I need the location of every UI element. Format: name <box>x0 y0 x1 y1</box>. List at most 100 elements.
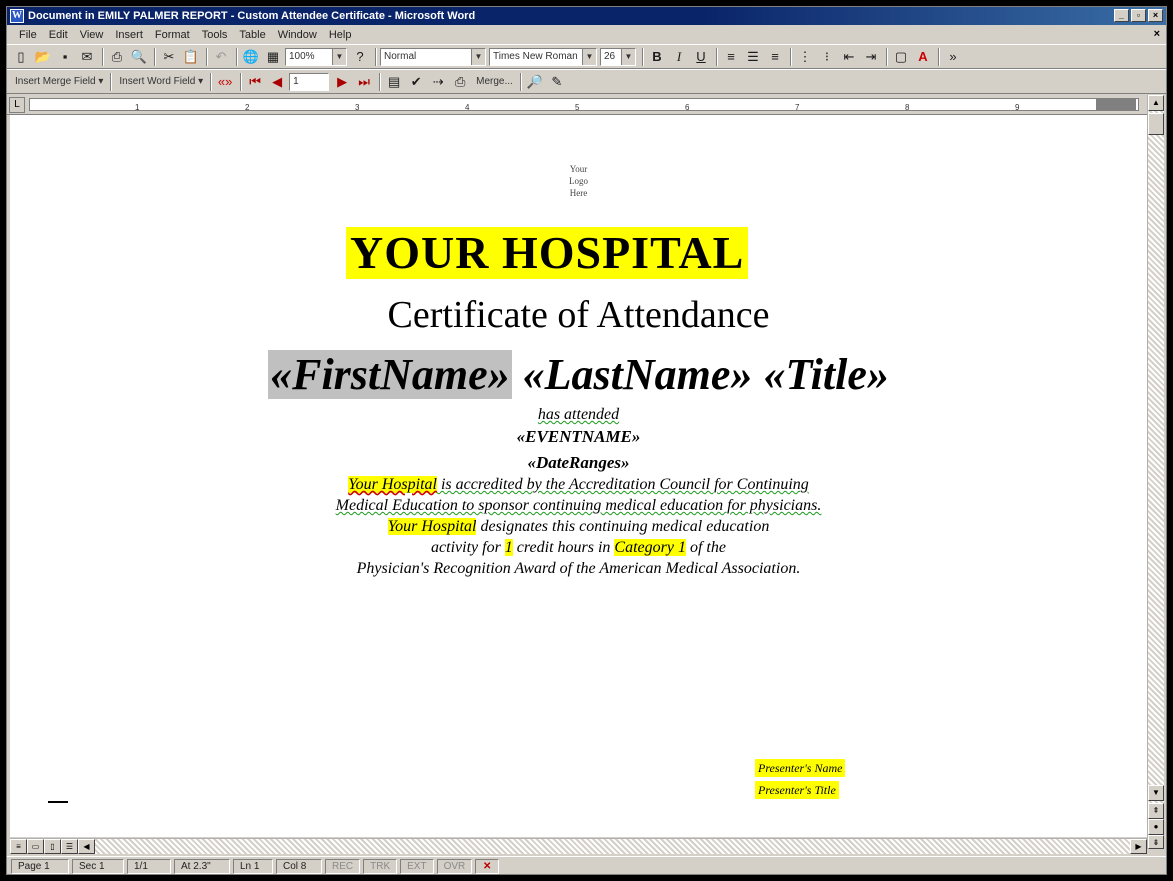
close-button[interactable]: × <box>1148 9 1163 22</box>
menu-format[interactable]: Format <box>149 29 196 41</box>
edit-data-source-icon[interactable]: ✎ <box>547 72 567 92</box>
chevron-down-icon[interactable]: ▼ <box>582 48 596 65</box>
document-close-button[interactable]: × <box>1154 28 1160 40</box>
menu-view[interactable]: View <box>74 29 110 41</box>
italic-icon[interactable]: I <box>669 47 689 67</box>
tab-selector-icon[interactable]: L <box>9 97 25 113</box>
decrease-indent-icon[interactable]: ⇤ <box>839 47 859 67</box>
increase-indent-icon[interactable]: ⇥ <box>861 47 881 67</box>
web-layout-icon[interactable]: ▭ <box>27 839 44 854</box>
menu-table[interactable]: Table <box>233 29 271 41</box>
last-record-icon[interactable]: ⏭ <box>354 72 374 92</box>
status-rec[interactable]: REC <box>325 858 361 874</box>
menu-help[interactable]: Help <box>323 29 358 41</box>
maximize-button[interactable]: ▫ <box>1131 9 1146 22</box>
insert-merge-field-button[interactable]: Insert Merge Field ▾ <box>11 76 107 87</box>
minimize-button[interactable]: _ <box>1114 9 1129 22</box>
outline-view-icon[interactable]: ☰ <box>61 839 78 854</box>
menu-edit[interactable]: Edit <box>43 29 74 41</box>
menu-file[interactable]: File <box>13 29 43 41</box>
right-margin-marker[interactable] <box>1096 98 1136 111</box>
ruler-tick: 6 <box>685 103 690 112</box>
menu-window[interactable]: Window <box>272 29 323 41</box>
scroll-up-icon[interactable]: ▲ <box>1148 95 1164 111</box>
font-size-combo[interactable]: 26 ▼ <box>600 47 636 66</box>
email-icon[interactable]: ✉ <box>77 47 97 67</box>
style-combo[interactable]: Normal ▼ <box>380 47 486 66</box>
status-trk[interactable]: TRK <box>363 858 398 874</box>
menu-tools[interactable]: Tools <box>196 29 234 41</box>
open-folder-icon[interactable]: 📂 <box>33 47 53 67</box>
numbering-icon[interactable]: ⋮ <box>795 47 815 67</box>
record-number-field[interactable]: 1 <box>289 72 330 91</box>
ruler-tick: 7 <box>795 103 800 112</box>
document-page[interactable]: Your Logo Here YOUR HOSPITAL Certificate… <box>10 115 1147 837</box>
has-attended-line: has attended <box>10 405 1147 425</box>
find-record-icon[interactable]: 🔎 <box>525 72 545 92</box>
table-icon[interactable]: ▦ <box>263 47 283 67</box>
chevron-down-icon[interactable]: ▼ <box>471 48 485 65</box>
scroll-down-icon[interactable]: ▼ <box>1148 785 1164 801</box>
print-icon[interactable]: ⎙ <box>107 47 127 67</box>
print-layout-icon[interactable]: ▯ <box>44 839 61 854</box>
hyperlink-icon[interactable]: 🌐 <box>241 47 261 67</box>
spelling-status-icon[interactable]: ✕ <box>475 858 500 874</box>
previous-page-icon[interactable]: ⇞ <box>1148 803 1164 819</box>
mail-merge-helper-icon[interactable]: ▤ <box>384 72 404 92</box>
select-browse-object-icon[interactable]: ● <box>1148 819 1164 835</box>
cut-icon[interactable]: ✂ <box>159 47 179 67</box>
undo-icon[interactable]: ↶ <box>211 47 231 67</box>
scroll-left-icon[interactable]: ◀ <box>78 839 95 854</box>
chevron-down-icon[interactable]: ▼ <box>621 48 635 65</box>
scroll-right-icon[interactable]: ▶ <box>1130 839 1147 854</box>
bullets-icon[interactable]: ⁝ <box>817 47 837 67</box>
merge-button[interactable]: Merge... <box>472 76 517 87</box>
horizontal-scrollbar[interactable]: ≡ ▭ ▯ ☰ ◀ ▶ <box>10 838 1147 854</box>
accreditation-line-5: Physician's Recognition Award of the Ame… <box>10 559 1147 579</box>
toolbar-options-icon[interactable]: » <box>943 47 963 67</box>
merge-field-lastname[interactable]: «LastName» <box>523 350 753 399</box>
borders-icon[interactable]: ▢ <box>891 47 911 67</box>
insert-word-field-button[interactable]: Insert Word Field ▾ <box>115 76 207 87</box>
next-page-icon[interactable]: ⇟ <box>1148 835 1164 849</box>
zoom-combo[interactable]: 100% ▼ <box>285 47 347 66</box>
new-document-icon[interactable]: ▯ <box>11 47 31 67</box>
save-icon[interactable]: ▪ <box>55 47 75 67</box>
help-icon[interactable]: ? <box>350 47 370 67</box>
font-color-icon[interactable]: A <box>913 47 933 67</box>
view-merged-data-icon[interactable]: «» <box>215 72 235 92</box>
merge-to-document-icon[interactable]: ⇢ <box>428 72 448 92</box>
underline-icon[interactable]: U <box>691 47 711 67</box>
word-app-icon[interactable]: W <box>10 9 24 23</box>
accreditation-text: Medical Education to sponsor continuing … <box>335 497 822 514</box>
accreditation-text: of the <box>685 539 726 556</box>
merge-field-firstname[interactable]: «FirstName» <box>268 350 512 399</box>
merge-field-eventname[interactable]: «EVENTNAME» <box>10 427 1147 447</box>
status-ext[interactable]: EXT <box>400 858 434 874</box>
align-right-icon[interactable]: ≡ <box>765 47 785 67</box>
normal-view-icon[interactable]: ≡ <box>10 839 27 854</box>
status-ovr[interactable]: OVR <box>436 858 473 874</box>
align-left-icon[interactable]: ≡ <box>721 47 741 67</box>
accreditation-text: designates this continuing medical educa… <box>476 518 770 535</box>
font-combo[interactable]: Times New Roman ▼ <box>489 47 597 66</box>
first-record-icon[interactable]: ⏮ <box>245 72 265 92</box>
check-errors-icon[interactable]: ✔ <box>406 72 426 92</box>
scroll-thumb[interactable] <box>1148 113 1164 135</box>
merge-field-title[interactable]: «Title» <box>763 350 888 399</box>
bold-icon[interactable]: B <box>647 47 667 67</box>
next-record-icon[interactable]: ▶ <box>332 72 352 92</box>
menu-insert[interactable]: Insert <box>109 29 149 41</box>
chevron-down-icon[interactable]: ▼ <box>332 48 346 65</box>
align-center-icon[interactable]: ☰ <box>743 47 763 67</box>
merge-to-printer-icon[interactable]: ⎙ <box>450 72 470 92</box>
paste-icon[interactable]: 📋 <box>181 47 201 67</box>
vertical-scrollbar[interactable]: ▲ ▼ ⇞ ● ⇟ <box>1147 95 1164 849</box>
attendee-name-line: «FirstName» «LastName» «Title» <box>10 349 1147 401</box>
accreditation-line-1: Your Hospital is accredited by the Accre… <box>10 475 1147 495</box>
ruler-tick: 9 <box>1015 103 1020 112</box>
previous-record-icon[interactable]: ◀ <box>267 72 287 92</box>
horizontal-ruler[interactable]: L 1 2 3 4 5 6 7 8 9 <box>7 95 1148 115</box>
merge-field-dateranges[interactable]: «DateRanges» <box>10 453 1147 473</box>
print-preview-icon[interactable]: 🔍 <box>129 47 149 67</box>
